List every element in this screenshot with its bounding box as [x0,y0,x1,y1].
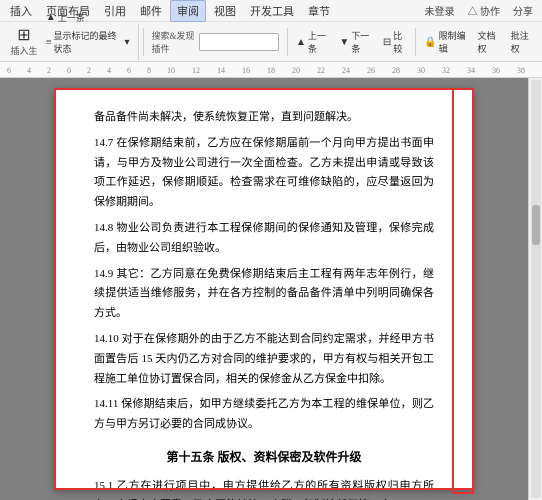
menu-view[interactable]: 视图 [208,1,242,21]
clause-15-1: 15.1 乙方在进行项目中，申方提供给乙方的所有资料版权归申方所有，未经申方同意… [94,477,434,500]
ruler-num-4: 2 [87,66,91,75]
show-markup-btn[interactable]: ≡ 显示标记的最终状态 ▾ [42,27,134,57]
scrollbar-track[interactable] [531,80,541,498]
restrict-icon: 🔒 [424,37,436,48]
ruler-num-19: 32 [442,66,450,75]
ruler-num-11: 16 [242,66,250,75]
clause-14-10: 14.10 对于在保修期外的由于乙方不能达到合同约定需求，并经甲方书面置告后 1… [94,330,434,389]
ruler-num-17: 28 [392,66,400,75]
doc-container[interactable]: 备品备件尚未解决，使系统恢复正常，直到问题解决。 14.7 在保修期结束前，乙方… [0,78,528,500]
menu-mail[interactable]: 邮件 [134,1,168,21]
next-result-label: 下一条 [351,29,373,55]
prev-icon: ▲ [46,12,56,23]
compare-btn[interactable]: ⊟ 比较 [379,27,411,57]
ruler-num-8: 10 [167,66,175,75]
menu-review[interactable]: 审阅 [170,0,206,22]
sep3 [415,28,416,56]
ribbon-right-buttons: ▲ 上一条 ▼ 下一条 ⊟ 比较 🔒 限制编辑 文档权 批注权 [292,27,538,57]
insert-btn[interactable]: ⊞ 插入生 [8,26,40,59]
prev-result-btn[interactable]: ▲ 上一条 [292,27,333,57]
insert-label: 插入生 [10,44,37,57]
restrict-edit-btn[interactable]: 🔒 限制编辑 [420,27,471,57]
toolbar-area: 插入 页面布局 引用 邮件 审阅 视图 开发工具 章节 未登录 △ 协作 分享 … [0,0,542,62]
ruler-num-10: 14 [217,66,225,75]
ruler-num-16: 26 [367,66,375,75]
ruler-num-20: 34 [467,66,475,75]
ruler-num-7: 8 [147,66,151,75]
ruler-num-18: 30 [417,66,425,75]
ruler-num-2: 2 [47,66,51,75]
doc-rights-label: 文档权 [478,29,501,55]
ruler: 6 4 2 0 2 4 6 8 10 12 14 16 18 20 22 24 … [0,62,542,78]
scrollbar-thumb[interactable] [532,205,540,245]
dropdown-icon: ▾ [125,37,130,48]
sign-in-button[interactable]: 未登录 [420,2,460,19]
comment-rights-label: 批注权 [511,29,534,55]
next-result-btn[interactable]: ▼ 下一条 [335,27,376,57]
sep1 [143,28,144,56]
ruler-num-6: 6 [127,66,131,75]
ruler-num-14: 22 [317,66,325,75]
markup-icon: ≡ [46,37,52,48]
ruler-num-9: 12 [192,66,200,75]
clause-14-11: 14.11 保修期结束后，如甲方继续委托乙方为本工程的维保单位，则乙方与甲方另订… [94,395,434,435]
insert-icon: ⊞ [17,28,30,44]
clause-14-8: 14.8 物业公司负责进行本工程保修期间的保修通知及管理，保修完成后，由物业公司… [94,219,434,259]
doc-page: 备品备件尚未解决，使系统恢复正常，直到问题解决。 14.7 在保修期结束前，乙方… [54,88,474,490]
sep2 [287,28,288,56]
prev-label: 上一条 [58,11,85,24]
compare-label: 比较 [393,29,407,55]
ruler-num-12: 18 [267,66,275,75]
ruler-num-0: 6 [7,66,11,75]
clause-14-7: 14.7 在保修期结束前，乙方应在保修期届前一个月向甲方提出书面申请，与甲方及物… [94,134,434,213]
ruler-marks: 6 4 2 0 2 4 6 8 10 12 14 16 18 20 22 24 … [2,62,540,77]
ribbon-group-search: 搜索&发现插件 [147,24,283,60]
share-button[interactable]: 分享 [508,2,538,19]
ruler-num-5: 4 [107,66,111,75]
next-result-icon: ▼ [339,37,349,48]
ruler-num-1: 4 [27,66,31,75]
ribbon-bar: ⊞ 插入生 ▲ 上一条 ≡ 显示标记的最终状态 ▾ ⊞ 显示标记· [0,22,542,62]
ruler-num-22: 38 [517,66,525,75]
top-right-buttons: 未登录 △ 协作 分享 [420,2,539,19]
prev-result-icon: ▲ [296,37,306,48]
right-scrollbar-panel[interactable] [528,78,542,500]
intro-clause: 备品备件尚未解决，使系统恢复正常，直到问题解决。 [94,108,434,128]
restrict-label: 限制编辑 [439,29,468,55]
ribbon-group-insert: ⊞ 插入生 ▲ 上一条 ≡ 显示标记的最终状态 ▾ ⊞ 显示标记· [4,24,139,60]
compare-icon: ⊟ [383,37,391,48]
prev-result-label: 上一条 [308,29,330,55]
ruler-num-21: 36 [492,66,500,75]
clause-14-9: 14.9 其它：乙方同意在免费保修期结束后主工程有两年志年例行，继续提供适当维修… [94,265,434,324]
ruler-num-13: 20 [292,66,300,75]
menu-dev-tools[interactable]: 开发工具 [244,1,300,21]
menu-chapter[interactable]: 章节 [302,1,336,21]
main-area: 备品备件尚未解决，使系统恢复正常，直到问题解决。 14.7 在保修期结束前，乙方… [0,78,542,500]
search-input[interactable] [199,33,279,51]
section-15-title: 第十五条 版权、资料保密及软件升级 [94,447,434,469]
prev-btn[interactable]: ▲ 上一条 [42,9,134,26]
markup-label: 显示标记的最终状态 [54,29,123,55]
ruler-num-3: 0 [67,66,71,75]
comment-rights-btn[interactable]: 批注权 [507,27,538,57]
menu-insert[interactable]: 插入 [4,1,38,21]
search-label: 搜索&发现插件 [151,29,197,55]
collaborate-button[interactable]: △ 协作 [463,2,506,19]
doc-text: 备品备件尚未解决，使系统恢复正常，直到问题解决。 14.7 在保修期结束前，乙方… [94,108,434,500]
ruler-num-15: 24 [342,66,350,75]
doc-rights-btn[interactable]: 文档权 [474,27,505,57]
